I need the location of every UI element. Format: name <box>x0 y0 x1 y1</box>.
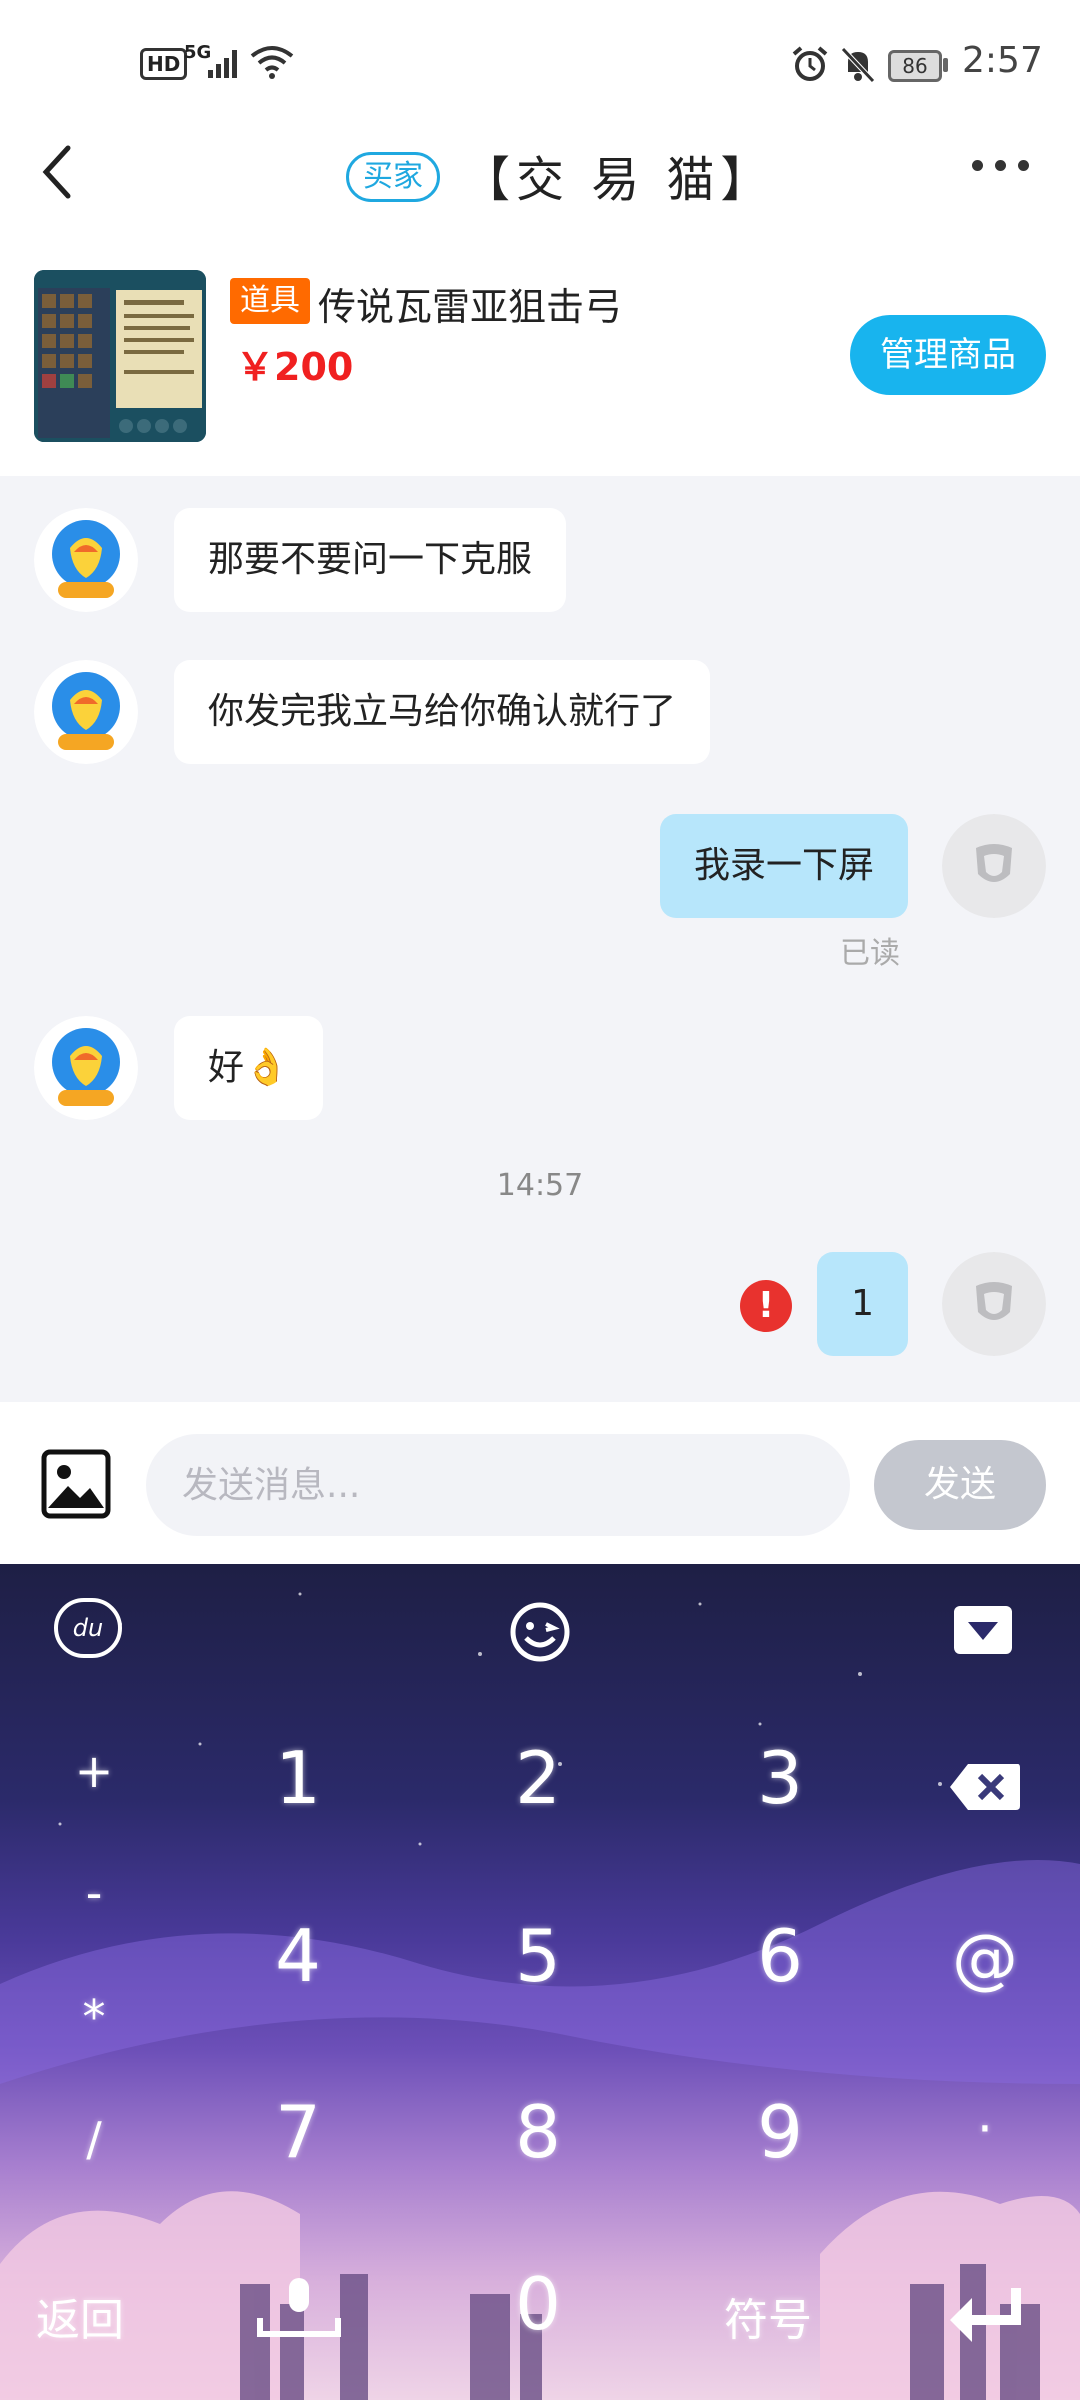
key-at[interactable]: @ <box>940 1920 1030 1997</box>
hd-indicator: HD <box>140 48 188 80</box>
manage-product-button[interactable]: 管理商品 <box>850 315 1046 395</box>
keyboard-hide-icon[interactable] <box>952 1604 1014 1656</box>
status-time: 2:57 <box>962 40 1043 81</box>
key-back[interactable]: 返回 <box>36 2284 124 2348</box>
key-0[interactable]: 0 <box>478 2262 598 2346</box>
microphone-icon[interactable] <box>254 2274 344 2342</box>
seller-avatar[interactable] <box>34 508 138 612</box>
backspace-icon[interactable] <box>948 1762 1022 1812</box>
key-8[interactable]: 8 <box>478 2090 598 2174</box>
message-bubble-in[interactable]: 好👌 <box>174 1016 323 1120</box>
send-button[interactable]: 发送 <box>874 1440 1046 1530</box>
key-9[interactable]: 9 <box>720 2090 840 2174</box>
emoji-icon[interactable] <box>508 1600 572 1664</box>
key-4[interactable]: 4 <box>238 1914 358 1998</box>
baidu-ime-logo[interactable]: du <box>54 1598 122 1658</box>
message-bubble-in[interactable]: 你发完我立马给你确认就行了 <box>174 660 711 764</box>
seller-avatar[interactable] <box>34 660 138 764</box>
key-plus[interactable]: + <box>54 1744 134 1798</box>
message-input[interactable] <box>146 1434 850 1536</box>
signal-icon <box>208 50 242 78</box>
key-2[interactable]: 2 <box>478 1736 598 1820</box>
enter-icon[interactable] <box>946 2284 1030 2344</box>
read-status: 已读 <box>840 936 900 971</box>
alarm-icon <box>792 46 828 81</box>
key-slash[interactable]: / <box>54 2112 134 2166</box>
user-avatar[interactable] <box>942 814 1046 918</box>
key-minus[interactable]: - <box>54 1866 134 1920</box>
buyer-badge: 买家 <box>346 152 440 202</box>
page-title: 【交 易 猫】 <box>462 152 775 208</box>
chat-area[interactable] <box>0 476 1080 1402</box>
message-bubble-in[interactable]: 那要不要问一下克服 <box>174 508 567 612</box>
back-arrow-icon[interactable] <box>36 142 86 202</box>
key-star[interactable]: * <box>54 1990 134 2044</box>
product-category-tag: 道具 <box>230 278 310 324</box>
key-dot[interactable]: · <box>950 2100 1020 2158</box>
key-6[interactable]: 6 <box>720 1914 840 1998</box>
wifi-icon <box>250 46 294 79</box>
key-5[interactable]: 5 <box>478 1914 598 1998</box>
product-thumbnail[interactable] <box>34 270 206 442</box>
battery-tip <box>943 58 948 72</box>
more-options-icon[interactable] <box>972 160 1032 174</box>
key-1[interactable]: 1 <box>238 1736 358 1820</box>
key-3[interactable]: 3 <box>720 1736 840 1820</box>
key-7[interactable]: 7 <box>238 2090 358 2174</box>
battery-icon: 86 <box>888 50 942 82</box>
image-picker-icon[interactable] <box>40 1448 112 1520</box>
mute-bell-icon <box>841 47 875 83</box>
user-avatar[interactable] <box>942 1252 1046 1356</box>
send-failed-icon[interactable]: ! <box>740 1280 792 1332</box>
message-bubble-out[interactable]: 我录一下屏 <box>659 814 908 918</box>
seller-avatar[interactable] <box>34 1016 138 1120</box>
message-bubble-out[interactable]: 1 <box>817 1252 908 1356</box>
product-name[interactable]: 传说瓦雷亚狙击弓 <box>318 276 622 331</box>
product-price: ￥200 <box>236 345 354 389</box>
chat-timestamp: 14:57 <box>496 1168 584 1203</box>
key-symbols[interactable]: 符号 <box>724 2284 812 2348</box>
